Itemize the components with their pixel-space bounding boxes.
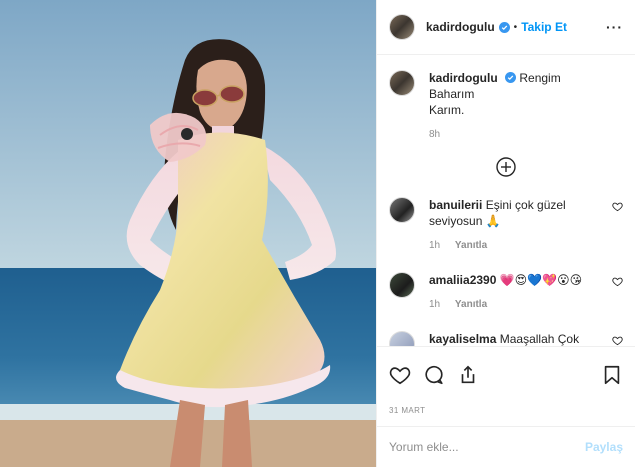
caption-line: Baharım [429, 87, 475, 101]
post-image [0, 0, 376, 467]
heart-icon[interactable] [612, 201, 623, 212]
post-date[interactable]: 31 MART [389, 406, 425, 415]
caption: kadirdogulu Rengim Baharım Karım. 8h [389, 70, 623, 143]
post-photo[interactable] [0, 0, 376, 467]
heart-icon[interactable] [612, 335, 623, 346]
comment-body: kayaliselma Maaşallah Çok Güzel [429, 331, 606, 346]
verified-badge-icon [505, 72, 517, 83]
comment-meta: 1h Yanıtla [429, 297, 606, 313]
caption-username[interactable]: kadirdogulu [429, 71, 498, 85]
caption-time: 8h [429, 127, 623, 143]
share-icon[interactable] [457, 364, 479, 386]
verified-badge-icon [498, 21, 510, 33]
heart-icon[interactable] [612, 276, 623, 287]
comment: banuilerii Eşini çok güzel seviyosun 🙏 1… [389, 197, 623, 254]
comment: amaliia2390 💗😍💙💖😮😘 1h Yanıtla [389, 272, 623, 313]
comment-username[interactable]: kayaliselma [429, 332, 496, 346]
post-header: kadirdogulu • Takip Et ··· [377, 0, 635, 55]
comment-meta: 1h Yanıtla [429, 238, 606, 254]
load-more [389, 157, 623, 177]
instagram-post: kadirdogulu • Takip Et ··· kadirdogulu R… [0, 0, 635, 467]
post-side-panel: kadirdogulu • Takip Et ··· kadirdogulu R… [376, 0, 635, 467]
action-bar [377, 346, 635, 392]
comment-body: banuilerii Eşini çok güzel seviyosun 🙏 1… [429, 197, 606, 254]
follow-button[interactable]: Takip Et [521, 20, 567, 34]
bookmark-icon[interactable] [601, 364, 623, 386]
comment-avatar[interactable] [389, 197, 415, 223]
add-comment-bar: Yorum ekle... Paylaş [377, 426, 635, 467]
separator-dot: • [513, 21, 518, 33]
post-comment-button[interactable]: Paylaş [585, 440, 623, 454]
comments-list[interactable]: kadirdogulu Rengim Baharım Karım. 8h ban… [377, 56, 635, 346]
comment-username[interactable]: banuilerii [429, 198, 482, 212]
more-options-button[interactable]: ··· [606, 19, 623, 35]
comment-avatar[interactable] [389, 272, 415, 298]
header-username[interactable]: kadirdogulu [426, 20, 495, 34]
reply-button[interactable]: Yanıtla [455, 299, 487, 310]
comment-input[interactable]: Yorum ekle... [389, 440, 459, 454]
comment-icon[interactable] [423, 364, 445, 386]
comment-body: amaliia2390 💗😍💙💖😮😘 1h Yanıtla [429, 272, 606, 313]
comment-time[interactable]: 1h [429, 299, 440, 310]
caption-timestamp[interactable]: 8h [429, 129, 440, 140]
caption-line: Karım. [429, 103, 465, 117]
caption-line: Rengim [519, 71, 561, 85]
plus-circle-icon[interactable] [496, 157, 516, 177]
caption-avatar[interactable] [389, 70, 415, 96]
comment-username[interactable]: amaliia2390 [429, 273, 496, 287]
heart-icon[interactable] [389, 364, 411, 386]
avatar[interactable] [389, 14, 415, 40]
caption-body: kadirdogulu Rengim Baharım Karım. 8h [429, 70, 623, 143]
comment: kayaliselma Maaşallah Çok Güzel [389, 331, 623, 346]
comment-avatar[interactable] [389, 331, 415, 346]
reply-button[interactable]: Yanıtla [455, 240, 487, 251]
comment-time[interactable]: 1h [429, 240, 440, 251]
comment-text: 💗😍💙💖😮😘 [499, 273, 583, 287]
